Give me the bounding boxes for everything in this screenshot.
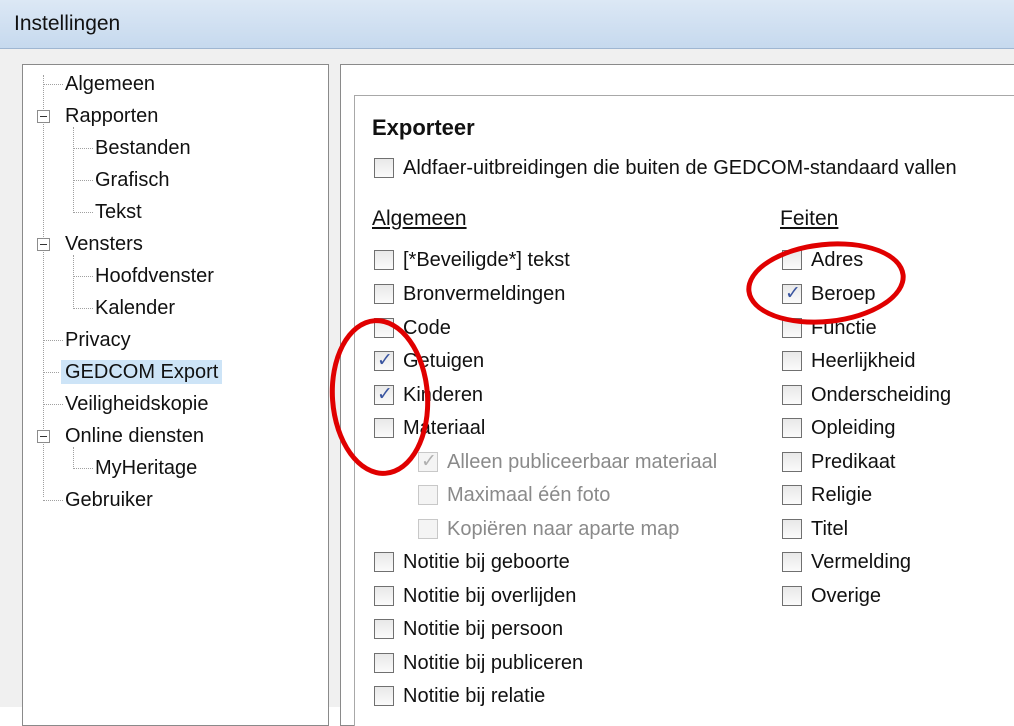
label-maximaal-een-foto: Maximaal één foto [447, 484, 611, 506]
window-title: Instellingen [14, 12, 121, 35]
label-religie[interactable]: Religie [811, 483, 872, 507]
label-notitie-relatie[interactable]: Notitie bij relatie [403, 684, 545, 708]
label-notitie-overlijden[interactable]: Notitie bij overlijden [403, 584, 576, 608]
label-notitie-persoon[interactable]: Notitie bij persoon [403, 617, 563, 641]
checkbox-beveiligde-tekst[interactable] [374, 250, 394, 270]
label-overige[interactable]: Overige [811, 584, 881, 608]
collapse-rapporten-icon[interactable] [37, 110, 50, 123]
tree-item-kalender[interactable]: Kalender [95, 296, 175, 320]
checkbox-onderscheiding[interactable] [782, 385, 802, 405]
settings-tree[interactable]: Algemeen Rapporten Bestanden Grafisch Te… [22, 64, 329, 726]
extensions-label[interactable]: Aldfaer-uitbreidingen die buiten de GEDC… [403, 156, 957, 180]
checkbox-overige[interactable] [782, 586, 802, 606]
label-alleen-publiceerbaar: Alleen publiceerbaar materiaal [447, 451, 718, 473]
checkbox-notitie-geboorte[interactable] [374, 552, 394, 572]
tree-item-privacy[interactable]: Privacy [65, 328, 131, 352]
label-heerlijkheid[interactable]: Heerlijkheid [811, 349, 916, 373]
label-bronvermeldingen[interactable]: Bronvermeldingen [403, 282, 565, 306]
label-predikaat[interactable]: Predikaat [811, 450, 896, 474]
general-section-title: Algemeen [372, 207, 467, 230]
checkbox-opleiding[interactable] [782, 418, 802, 438]
checkbox-bronvermeldingen[interactable] [374, 284, 394, 304]
label-vermelding[interactable]: Vermelding [811, 550, 911, 574]
tree-item-vensters[interactable]: Vensters [65, 232, 143, 256]
label-titel[interactable]: Titel [811, 517, 848, 541]
checkbox-heerlijkheid[interactable] [782, 351, 802, 371]
label-notitie-geboorte[interactable]: Notitie bij geboorte [403, 550, 570, 574]
tree-item-tekst[interactable]: Tekst [95, 200, 142, 224]
tree-item-grafisch[interactable]: Grafisch [95, 168, 169, 192]
extensions-checkbox[interactable] [374, 158, 394, 178]
tree-item-myheritage[interactable]: MyHeritage [95, 456, 197, 480]
checkbox-predikaat[interactable] [782, 452, 802, 472]
tree-item-hoofdvenster[interactable]: Hoofdvenster [95, 264, 214, 288]
label-notitie-publiceren[interactable]: Notitie bij publiceren [403, 651, 583, 675]
checkbox-notitie-relatie[interactable] [374, 686, 394, 706]
label-beveiligde-tekst[interactable]: [*Beveiligde*] tekst [403, 248, 570, 272]
checkbox-kopieren-aparte-map [418, 519, 438, 539]
tree-item-veiligheidskopie[interactable]: Veiligheidskopie [65, 392, 208, 416]
label-opleiding[interactable]: Opleiding [811, 416, 896, 440]
tree-item-online-diensten[interactable]: Online diensten [65, 424, 204, 448]
tree-item-gedcom-export[interactable]: GEDCOM Export [61, 360, 223, 384]
label-onderscheiding[interactable]: Onderscheiding [811, 383, 951, 407]
checkbox-notitie-publiceren[interactable] [374, 653, 394, 673]
checkbox-alleen-publiceerbaar [418, 450, 438, 472]
checkbox-vermelding[interactable] [782, 552, 802, 572]
collapse-online-diensten-icon[interactable] [37, 430, 50, 443]
checkbox-religie[interactable] [782, 485, 802, 505]
checkbox-maximaal-een-foto [418, 485, 438, 505]
facts-section-title: Feiten [780, 207, 839, 230]
tree-item-bestanden[interactable]: Bestanden [95, 136, 191, 160]
tree-item-gebruiker[interactable]: Gebruiker [65, 488, 153, 512]
checkbox-titel[interactable] [782, 519, 802, 539]
checkbox-notitie-persoon[interactable] [374, 619, 394, 639]
collapse-vensters-icon[interactable] [37, 238, 50, 251]
label-kopieren-aparte-map: Kopiëren naar aparte map [447, 518, 680, 540]
tree-item-rapporten[interactable]: Rapporten [65, 104, 158, 128]
checkbox-notitie-overlijden[interactable] [374, 586, 394, 606]
section-heading-exporteer: Exporteer [372, 115, 475, 140]
window-titlebar: Instellingen [0, 0, 1014, 49]
tree-item-algemeen[interactable]: Algemeen [65, 72, 155, 96]
